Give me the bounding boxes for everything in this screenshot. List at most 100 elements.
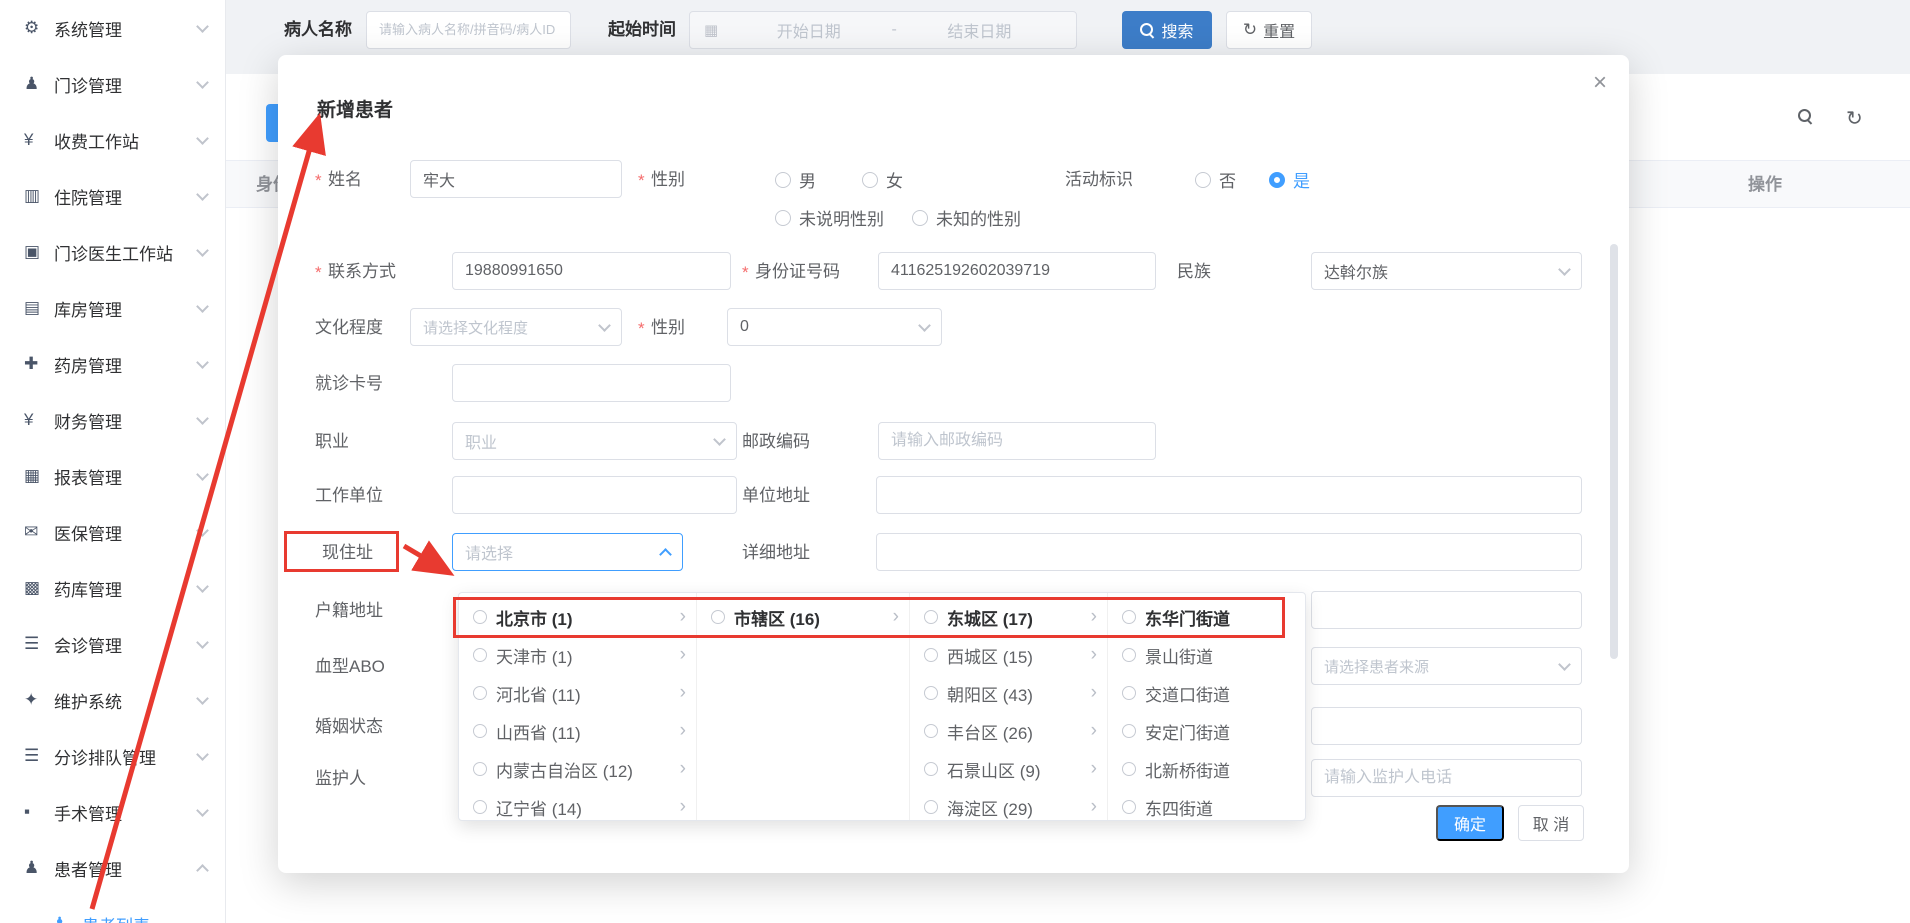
- cascader-option-jingshan[interactable]: 景山街道: [1108, 636, 1306, 674]
- radio-circle-icon: [1122, 762, 1136, 776]
- occupation-placeholder: 职业: [465, 429, 497, 453]
- modal-scrollbar[interactable]: [1610, 244, 1618, 659]
- chevron-down-icon: [1558, 263, 1571, 276]
- work-unit-input[interactable]: [452, 476, 737, 514]
- radio-circle-icon: [1122, 610, 1136, 624]
- sidebar-item-outpatient-management[interactable]: ♟门诊管理: [0, 56, 225, 112]
- dialog-title: 新增患者: [317, 95, 393, 122]
- radio-gender-male[interactable]: 男: [775, 160, 816, 199]
- radio-gender-unknown[interactable]: 未知的性别: [912, 198, 1021, 237]
- sidebar-item-system-management[interactable]: ⚙系统管理: [0, 0, 225, 56]
- search-button-label: 搜索: [1161, 18, 1193, 42]
- cascader-option-shijingshan[interactable]: 石景山区 (9)›: [910, 750, 1107, 788]
- cascader-option-beijing[interactable]: 北京市 (1)›: [459, 598, 696, 636]
- guardian-label: 监护人: [315, 759, 366, 798]
- sidebar-item-label: 库房管理: [54, 296, 198, 321]
- cascader-option-shixiaqu[interactable]: 市辖区 (16)›: [697, 598, 909, 636]
- cascader-option-andingmen[interactable]: 安定门街道: [1108, 712, 1306, 750]
- cascader-option-dongsi[interactable]: 东四街道: [1108, 788, 1306, 820]
- start-date-placeholder: 开始日期: [726, 18, 891, 42]
- cascader-option-tianjin[interactable]: 天津市 (1)›: [459, 636, 696, 674]
- sidebar-item-patient-management[interactable]: ♟患者管理: [0, 840, 225, 896]
- unit-address-input[interactable]: [876, 476, 1582, 514]
- card-no-input[interactable]: [452, 364, 731, 402]
- current-address-cascader-select[interactable]: 请选择: [452, 533, 683, 571]
- postcode-input[interactable]: [878, 422, 1156, 460]
- cancel-button[interactable]: 取 消: [1518, 805, 1584, 841]
- occupation-select[interactable]: 职业: [452, 422, 737, 460]
- radio-label: 未说明性别: [799, 205, 884, 230]
- close-icon[interactable]: ×: [1593, 69, 1607, 97]
- sidebar-item-charging-workstation[interactable]: ¥收费工作站: [0, 112, 225, 168]
- cascader-option-label: 海淀区 (29): [947, 795, 1085, 820]
- reset-button[interactable]: ↻重置: [1226, 11, 1312, 49]
- sidebar-item-label: 系统管理: [54, 16, 198, 41]
- sidebar-item-pharmacy-management[interactable]: ✚药房管理: [0, 336, 225, 392]
- radio-active-no[interactable]: 否: [1195, 160, 1236, 199]
- cascader-option-fengtai[interactable]: 丰台区 (26)›: [910, 712, 1107, 750]
- required-mark: *: [315, 252, 322, 291]
- radio-gender-unstated[interactable]: 未说明性别: [775, 198, 884, 237]
- name-input[interactable]: [410, 160, 622, 198]
- sidebar-item-drug-storage-management[interactable]: ▩药库管理: [0, 560, 225, 616]
- radio-gender-female[interactable]: 女: [862, 160, 903, 199]
- cascader-option-shanxi[interactable]: 山西省 (11)›: [459, 712, 696, 750]
- chevron-down-icon: [196, 524, 209, 537]
- sidebar-item-maintenance-system[interactable]: ✦维护系统: [0, 672, 225, 728]
- unit-address-label: 单位地址: [742, 476, 810, 515]
- table-refresh-icon[interactable]: ↻: [1846, 106, 1863, 131]
- sidebar-item-inpatient-management[interactable]: ▥住院管理: [0, 168, 225, 224]
- cascader-option-donghuamen[interactable]: 东华门街道: [1108, 598, 1306, 636]
- cascader-option-liaoning[interactable]: 辽宁省 (14)›: [459, 788, 696, 820]
- gear-icon: ⚙: [24, 18, 54, 38]
- education-select[interactable]: 请选择文化程度: [410, 308, 622, 346]
- search-button[interactable]: 搜索: [1122, 11, 1212, 49]
- cascader-option-haidian[interactable]: 海淀区 (29)›: [910, 788, 1107, 820]
- patient-source-select[interactable]: 请选择患者来源: [1311, 647, 1582, 685]
- chevron-right-icon: ›: [1091, 606, 1097, 628]
- marital-extra-input[interactable]: [1311, 707, 1582, 745]
- sidebar-item-patient-list[interactable]: ♟患者列表: [0, 896, 225, 923]
- sidebar-item-label: 门诊管理: [54, 72, 198, 97]
- patient-name-input[interactable]: [366, 11, 571, 49]
- cascader-option-label: 朝阳区 (43): [947, 681, 1085, 706]
- sidebar-item-triage-queue-management[interactable]: ☰分诊排队管理: [0, 728, 225, 784]
- sidebar-item-outpatient-doctor-workstation[interactable]: ▣门诊医生工作站: [0, 224, 225, 280]
- sidebar-item-warehouse-management[interactable]: ▤库房管理: [0, 280, 225, 336]
- document-icon: ▤: [24, 298, 54, 318]
- sidebar-item-medical-insurance-management[interactable]: ✉医保管理: [0, 504, 225, 560]
- search-icon: [1140, 23, 1154, 37]
- contact-input[interactable]: [452, 252, 731, 290]
- cascader-option-xicheng[interactable]: 西城区 (15)›: [910, 636, 1107, 674]
- sidebar-item-surgery-management[interactable]: ▪手术管理: [0, 784, 225, 840]
- end-date-placeholder: 结束日期: [897, 18, 1062, 42]
- cascader-option-beixinqiao[interactable]: 北新桥街道: [1108, 750, 1306, 788]
- detail-address-input[interactable]: [876, 533, 1582, 571]
- radio-active-yes[interactable]: 是: [1269, 160, 1310, 199]
- name-label: 姓名: [328, 160, 362, 199]
- cascader-option-hebei[interactable]: 河北省 (11)›: [459, 674, 696, 712]
- id-number-input[interactable]: [878, 252, 1156, 290]
- date-range-picker[interactable]: ▦ 开始日期 - 结束日期: [689, 11, 1077, 49]
- cascader-option-neimenggu[interactable]: 内蒙古自治区 (12)›: [459, 750, 696, 788]
- sidebar-item-label: 手术管理: [54, 800, 198, 825]
- sidebar-item-label: 住院管理: [54, 184, 198, 209]
- cascader-option-chaoyang[interactable]: 朝阳区 (43)›: [910, 674, 1107, 712]
- confirm-button[interactable]: 确定: [1436, 805, 1504, 841]
- sidebar-item-finance-management[interactable]: ¥财务管理: [0, 392, 225, 448]
- sidebar-item-consultation-management[interactable]: ☰会诊管理: [0, 616, 225, 672]
- cascader-option-jiaodaokou[interactable]: 交道口街道: [1108, 674, 1306, 712]
- cascader-option-dongcheng[interactable]: 东城区 (17)›: [910, 598, 1107, 636]
- gender-code-select[interactable]: 0: [727, 308, 942, 346]
- list-icon: ☰: [24, 746, 54, 766]
- table-search-icon[interactable]: [1798, 109, 1812, 123]
- nation-select[interactable]: 达斡尔族: [1311, 252, 1582, 290]
- chevron-down-icon: [918, 319, 931, 332]
- guardian-phone-input[interactable]: [1311, 759, 1582, 797]
- household-extra-input[interactable]: [1311, 591, 1582, 629]
- sidebar-item-label: 收费工作站: [54, 128, 198, 153]
- sidebar-item-label: 药库管理: [54, 576, 198, 601]
- radio-circle-icon: [711, 610, 725, 624]
- required-mark: *: [742, 252, 749, 291]
- sidebar-item-report-management[interactable]: ▦报表管理: [0, 448, 225, 504]
